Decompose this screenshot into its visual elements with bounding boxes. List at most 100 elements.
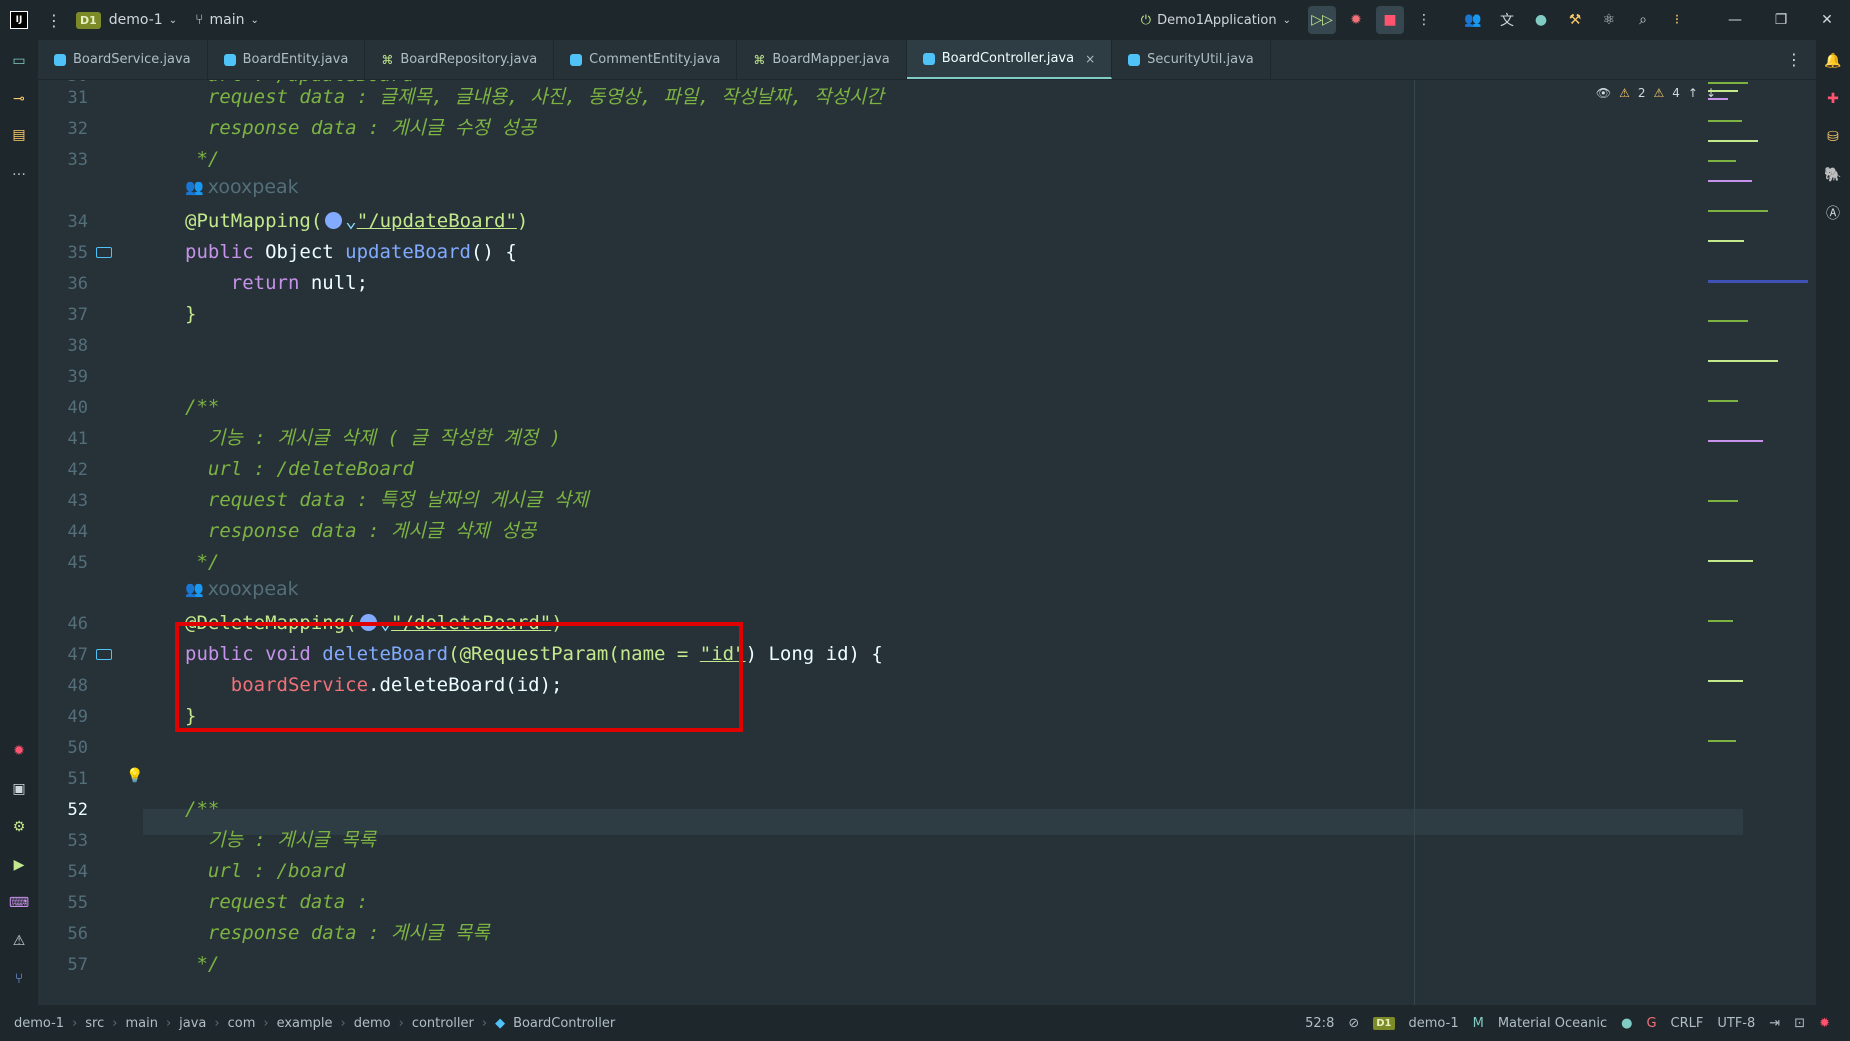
code-with-me-icon[interactable]: 👥 — [1459, 6, 1487, 34]
updates-icon[interactable]: ⁝ — [1663, 6, 1691, 34]
gradle-icon[interactable]: 🐘 — [1822, 164, 1844, 186]
separator-icon: › — [398, 1015, 404, 1031]
record-icon[interactable]: ● — [1527, 6, 1555, 34]
status-dot-icon[interactable]: ● — [1621, 1016, 1632, 1031]
more-actions-icon[interactable]: ⋮ — [1410, 6, 1438, 34]
close-button[interactable]: ✕ — [1804, 12, 1850, 28]
tab-label: BoardService.java — [73, 52, 191, 67]
more-tools-icon[interactable]: … — [8, 160, 30, 182]
tabs-menu-icon[interactable]: ⋮ — [1786, 50, 1802, 69]
breadcrumb-item[interactable]: demo-1 — [14, 1016, 64, 1031]
run-tool-icon[interactable]: ▶ — [8, 854, 30, 876]
tab-boardmapper[interactable]: ⌘ BoardMapper.java — [737, 40, 907, 79]
search-icon[interactable]: ⌕ — [1629, 6, 1657, 34]
status-bar: demo-1 › src › main › java › com › example › d… — [0, 1005, 1850, 1041]
tab-boardcontroller[interactable]: BoardController.java × — [906, 40, 1113, 79]
code-line: request data : 특정 날짜의 게시글 삭제 — [185, 489, 589, 511]
project-tool-icon[interactable]: ▭ — [8, 50, 30, 72]
method-name: updateBoard — [345, 241, 471, 263]
stop-button[interactable]: ■ — [1376, 6, 1404, 34]
code-line: response data : 게시글 삭제 성공 — [185, 520, 537, 542]
code-line: */ — [185, 953, 220, 975]
line-separator[interactable]: CRLF — [1671, 1016, 1704, 1031]
code-line: @PutMapping(⌄"/updateBoard") — [185, 208, 528, 234]
code-line: public Object updateBoard() { — [185, 239, 517, 265]
breadcrumb-item[interactable]: example — [277, 1016, 333, 1031]
ai-assistant-icon[interactable]: ⚛ — [1595, 6, 1623, 34]
app-logo-icon[interactable]: IJ — [10, 11, 28, 29]
branch-name: main — [209, 12, 245, 28]
author-hint[interactable]: 👥 xooxpeak — [185, 176, 299, 198]
punctuation: ) — [516, 210, 529, 232]
tab-label: BoardController.java — [941, 51, 1075, 66]
notifications-icon[interactable]: 🔔 — [1822, 50, 1844, 72]
theme-name[interactable]: Material Oceanic — [1498, 1016, 1607, 1031]
tab-boardentity[interactable]: BoardEntity.java — [208, 40, 366, 79]
project-badge[interactable]: D1 — [76, 11, 101, 29]
debug-button[interactable]: ✹ — [1342, 6, 1370, 34]
tab-boardservice[interactable]: BoardService.java — [38, 40, 208, 79]
breadcrumb-item[interactable]: demo — [354, 1016, 391, 1031]
ai-panel-icon[interactable]: Ⓐ — [1822, 202, 1844, 224]
terminal-tool-icon[interactable]: ⌨ — [8, 892, 30, 914]
class-icon: ◆ — [495, 1015, 506, 1031]
branch-selector[interactable]: ⑂ main ⌄ — [195, 12, 259, 28]
file-encoding[interactable]: UTF-8 — [1717, 1016, 1755, 1031]
bug-tool-icon[interactable]: ✹ — [8, 740, 30, 762]
breadcrumb-item[interactable]: com — [228, 1016, 256, 1031]
notification-icon[interactable]: ✹ — [1819, 1016, 1830, 1031]
breadcrumb: demo-1 › src › main › java › com › example › d… — [14, 1016, 615, 1031]
commit-tool-icon[interactable]: ⊸ — [8, 88, 30, 110]
plugin-icon[interactable]: ✚ — [1822, 88, 1844, 110]
people-icon: 👥 — [185, 580, 204, 598]
database-icon[interactable]: ⛁ — [1822, 126, 1844, 148]
database-tool-icon[interactable]: ▣ — [8, 778, 30, 800]
breadcrumb-item[interactable]: java — [179, 1016, 206, 1031]
code-editor[interactable]: 👁 ⚠2 ⚠4 ↑ ↓ 30 31 32 33 34 35 36 37 38 3… — [38, 80, 1816, 1005]
author-name: xooxpeak — [207, 176, 299, 198]
build-tools-icon[interactable]: ⚒ — [1561, 6, 1589, 34]
breadcrumb-item[interactable]: controller — [412, 1016, 474, 1031]
interface-icon: ⌘ — [753, 52, 766, 67]
left-tool-strip: ▭ ⊸ ▤ … ✹ ▣ ⚙ ▶ ⌨ ⚠ ⑂ — [0, 40, 38, 1010]
restore-button[interactable]: ❐ — [1758, 12, 1804, 28]
breadcrumb-item[interactable]: main — [125, 1016, 157, 1031]
string-literal[interactable]: "/updateBoard" — [357, 210, 517, 232]
lock-icon[interactable]: ⊡ — [1794, 1016, 1805, 1031]
structure-tool-icon[interactable]: ▤ — [8, 124, 30, 146]
main-menu-icon[interactable]: ⋮ — [46, 11, 62, 30]
class-icon — [922, 52, 935, 65]
tab-commententity[interactable]: CommentEntity.java — [554, 40, 738, 79]
close-tab-icon[interactable]: × — [1085, 52, 1095, 66]
project-selector[interactable]: demo-1 — [109, 12, 163, 28]
class-icon — [570, 53, 583, 66]
tab-securityutil[interactable]: SecurityUtil.java — [1112, 40, 1271, 79]
breadcrumb-item[interactable]: BoardController — [513, 1016, 615, 1031]
tab-label: SecurityUtil.java — [1147, 52, 1254, 67]
project-badge: D1 — [1373, 1016, 1395, 1030]
title-bar: IJ ⋮ D1 demo-1 ⌄ ⑂ main ⌄ ⏻ Demo1Applica… — [0, 0, 1850, 40]
services-tool-icon[interactable]: ⚙ — [8, 816, 30, 838]
problems-tool-icon[interactable]: ⚠ — [8, 930, 30, 952]
indent-icon[interactable]: ⇥ — [1769, 1016, 1780, 1031]
code-line: } — [185, 303, 197, 325]
right-tool-strip: 🔔 ✚ ⛁ 🐘 Ⓐ — [1816, 40, 1850, 1010]
tab-boardrepository[interactable]: ⌘ BoardRepository.java — [365, 40, 555, 79]
minimize-button[interactable]: — — [1712, 12, 1758, 28]
minimap[interactable] — [1700, 80, 1810, 850]
no-inspection-icon[interactable]: ⊘ — [1348, 1016, 1359, 1031]
rerun-button[interactable]: ▷▷ — [1308, 6, 1336, 34]
theme-icon: M — [1472, 1015, 1484, 1031]
globe-icon[interactable] — [325, 212, 343, 229]
project-name[interactable]: demo-1 — [1409, 1016, 1459, 1031]
separator-icon: › — [165, 1015, 172, 1031]
google-icon[interactable]: G — [1646, 1016, 1656, 1031]
run-config-selector[interactable]: ⏻ Demo1Application ⌄ — [1141, 13, 1291, 28]
cursor-position[interactable]: 52:8 — [1305, 1016, 1334, 1031]
git-tool-icon[interactable]: ⑂ — [8, 968, 30, 990]
code-line: /** — [185, 396, 220, 418]
breadcrumb-item[interactable]: src — [85, 1016, 104, 1031]
class-icon — [1128, 53, 1141, 66]
author-hint[interactable]: 👥 xooxpeak — [185, 578, 299, 600]
translate-icon[interactable]: 文 — [1493, 6, 1521, 34]
